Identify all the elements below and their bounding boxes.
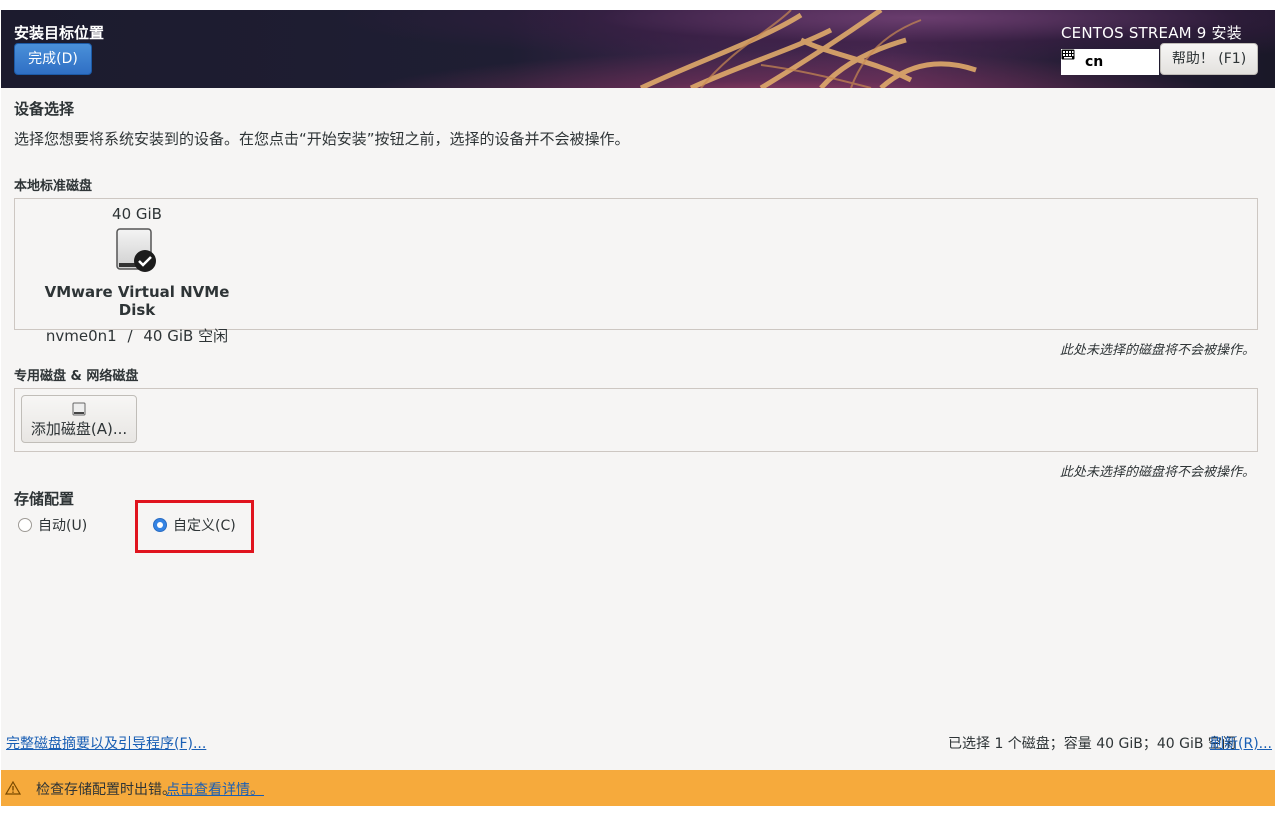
local-disks-note: 此处未选择的磁盘将不会被操作。 [1059, 343, 1255, 358]
warning-details-link[interactable]: 点击查看详情。 [166, 779, 264, 799]
full-disk-summary-link[interactable]: 完整磁盘摘要以及引导程序(F)... [6, 733, 206, 753]
disk-separator: / [127, 327, 133, 345]
page-title: 安装目标位置 [14, 24, 105, 42]
disk-size: 40 GiB [112, 205, 162, 223]
local-disks-panel: 40 GiB VMware Virtual NVMe Disk nvme0n1 [14, 198, 1258, 345]
warning-bar: 检查存储配置时出错。 点击查看详情。 [1, 770, 1275, 806]
radio-automatic[interactable]: 自动(U) [18, 515, 87, 535]
radio-unchecked-icon [18, 518, 32, 532]
device-selection-heading: 设备选择 [14, 100, 75, 118]
disk-name: VMware Virtual NVMe Disk [44, 283, 230, 319]
warning-text: 检查存储配置时出错。 [36, 782, 176, 798]
harddisk-icon [115, 227, 159, 275]
keyboard-layout-indicator[interactable]: cn [1061, 49, 1159, 75]
radio-automatic-label: 自动(U) [38, 518, 88, 534]
header-bar: 安装目标位置 完成(D) CENTOS STREAM 9 安装 cn 帮助！ (… [1, 10, 1275, 88]
disk-details: nvme0n1 / 40 GiB 空闲 [27, 325, 247, 346]
disk-free: 40 GiB 空闲 [143, 327, 229, 345]
selection-summary: 已选择 1 个磁盘；容量 40 GiB；40 GiB 空闲 [948, 736, 1236, 752]
disk-icon [72, 402, 86, 416]
special-disks-heading: 专用磁盘 & 网络磁盘 [14, 369, 139, 384]
done-button[interactable]: 完成(D) [14, 43, 92, 75]
device-selection-description: 选择您想要将系统安装到的设备。在您点击“开始安装”按钮之前，选择的设备并不会被操… [14, 130, 630, 148]
disk-device: nvme0n1 [45, 327, 117, 345]
installer-window: 安装目标位置 完成(D) CENTOS STREAM 9 安装 cn 帮助！ (… [1, 10, 1275, 806]
local-disks-heading: 本地标准磁盘 [14, 179, 93, 194]
warning-icon [5, 781, 21, 795]
keyboard-layout-label: cn [1085, 54, 1104, 70]
help-button[interactable]: 帮助！ (F1) [1160, 43, 1258, 75]
product-title: CENTOS STREAM 9 安装 [1061, 24, 1242, 42]
special-disks-panel: 添加磁盘(A)... [14, 388, 1258, 452]
add-disk-button[interactable]: 添加磁盘(A)... [21, 395, 137, 443]
highlight-annotation-box [135, 500, 254, 553]
add-disk-label: 添加磁盘(A)... [30, 420, 128, 438]
special-disks-note: 此处未选择的磁盘将不会被操作。 [1059, 465, 1255, 480]
disk-tile[interactable]: 40 GiB VMware Virtual NVMe Disk nvme0n1 [27, 205, 247, 346]
storage-config-heading: 存储配置 [14, 490, 75, 508]
refresh-link[interactable]: 刷新(R)... [1210, 733, 1272, 753]
keyboard-icon [1061, 49, 1075, 60]
